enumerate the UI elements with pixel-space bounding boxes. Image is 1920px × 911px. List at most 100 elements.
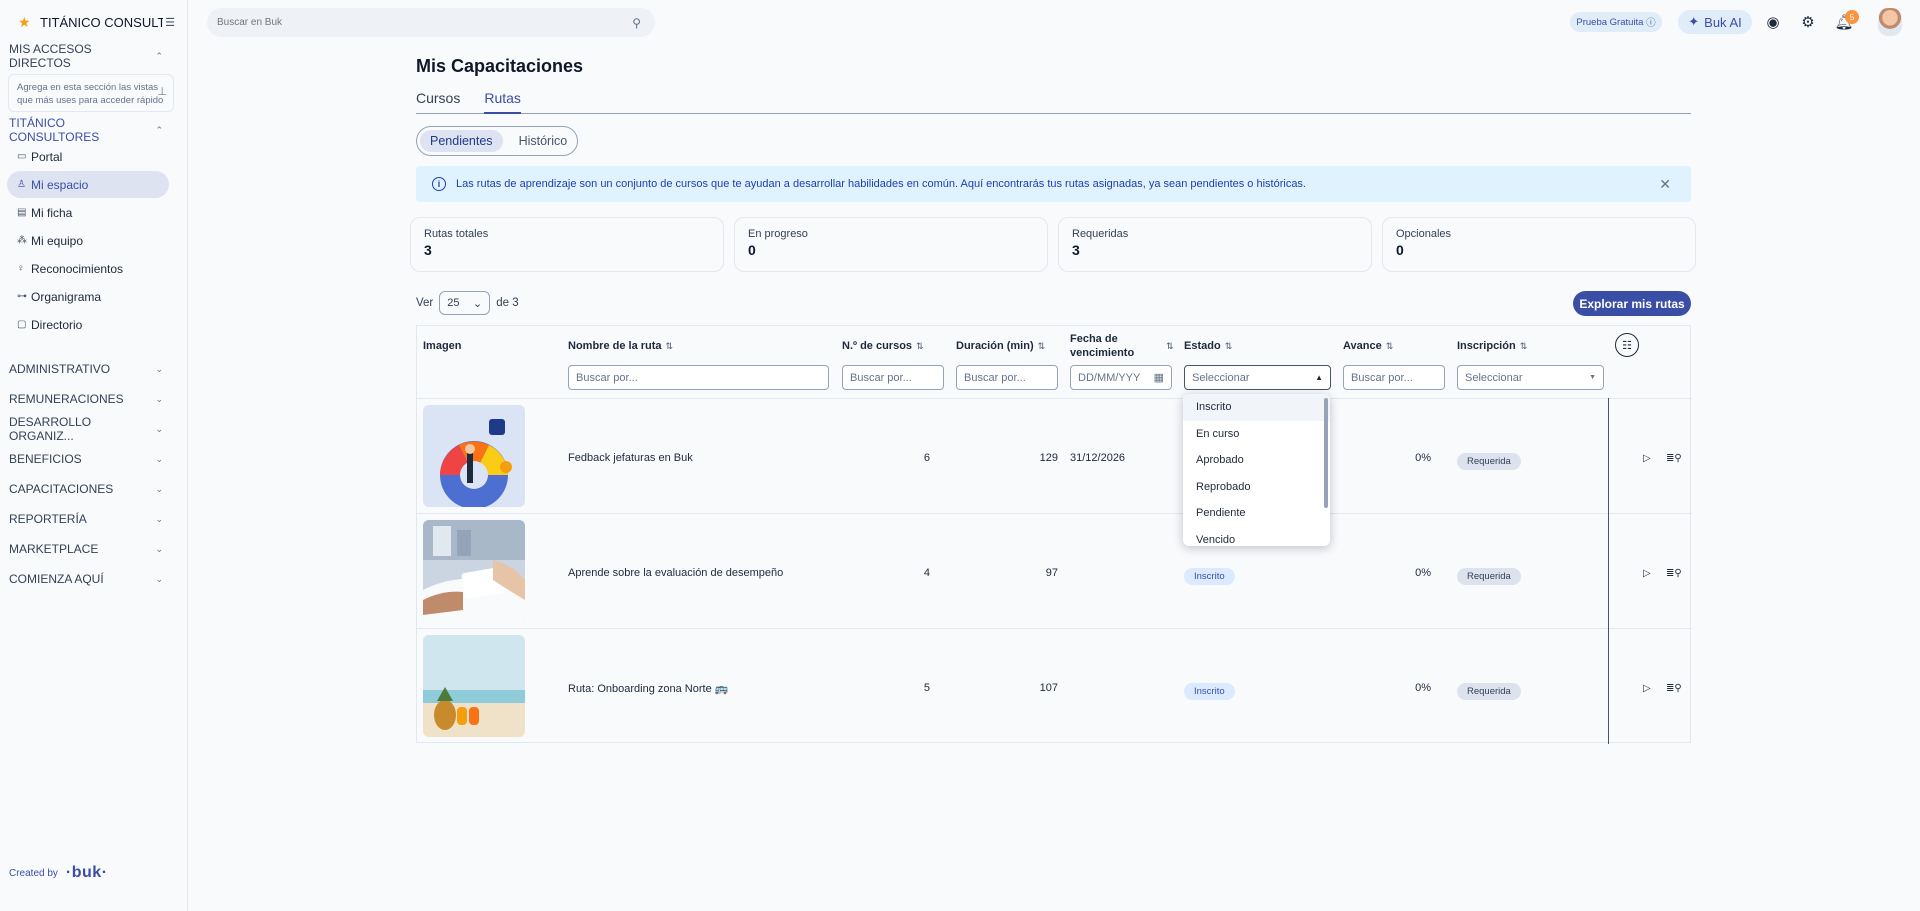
view-details-icon[interactable]: ≣⚲ <box>1666 683 1682 694</box>
info-icon: ⓘ <box>1646 18 1656 29</box>
sort-icon[interactable]: ⇅ <box>916 341 924 351</box>
view-details-icon[interactable]: ≣⚲ <box>1666 568 1682 579</box>
option-en-curso[interactable]: En curso <box>1183 421 1330 448</box>
header-name[interactable]: Nombre de la ruta ⇅ <box>568 340 673 352</box>
tab-cursos[interactable]: Cursos <box>416 90 460 114</box>
eye-icon[interactable]: ◉ <box>1763 12 1783 32</box>
filter-courses-input[interactable]: Buscar por... <box>842 365 944 390</box>
buk-logo[interactable]: ·buk· <box>66 864 108 882</box>
segment-historico[interactable]: Histórico <box>509 130 578 152</box>
sort-icon[interactable]: ⇅ <box>1520 341 1528 351</box>
company-name[interactable]: TITÁNICO CONSULT... <box>40 15 163 30</box>
header-duration[interactable]: Duración (min) ⇅ <box>956 340 1045 352</box>
sidebar: ★ TITÁNICO CONSULT... ☰ MIS ACCESOS DIRE… <box>0 0 188 911</box>
company-section[interactable]: TITÁNICO CONSULTORES ⌃ <box>0 116 187 144</box>
page-size-value: 25 <box>447 297 460 309</box>
sort-icon[interactable]: ⇅ <box>666 341 674 351</box>
chevron-up-icon: ⌃ <box>155 50 163 61</box>
close-icon[interactable]: ✕ <box>1659 176 1671 193</box>
chevron-down-icon: ⌄ <box>155 423 163 434</box>
calendar-icon[interactable]: ▦ <box>1154 371 1164 384</box>
option-aprobado[interactable]: Aprobado <box>1183 447 1330 474</box>
sidebar-item-mi-ficha[interactable]: ▤ Mi ficha <box>7 199 127 226</box>
sidebar-group-desarrollo[interactable]: DESARROLLO ORGANIZ... ⌄ <box>0 414 187 444</box>
search-icon[interactable]: ⚲ <box>632 16 641 30</box>
play-icon[interactable]: ▷ <box>1643 683 1651 694</box>
shortcuts-section[interactable]: MIS ACCESOS DIRECTOS ⌃ <box>0 42 187 70</box>
sidebar-item-organigrama[interactable]: ⊶ Organigrama <box>7 283 127 310</box>
option-inscrito[interactable]: Inscrito <box>1183 394 1330 421</box>
search-input[interactable] <box>217 17 633 28</box>
progress-value: 0% <box>1415 452 1431 464</box>
filter-name-input[interactable]: Buscar por... <box>568 365 829 390</box>
header-state[interactable]: Estado ⇅ <box>1184 340 1232 352</box>
route-thumbnail[interactable] <box>423 405 525 507</box>
dropdown-scrollbar[interactable] <box>1324 398 1328 508</box>
gear-icon[interactable]: ⚙ <box>1798 12 1818 32</box>
route-thumbnail[interactable] <box>423 520 525 622</box>
filter-placeholder: DD/MM/YYY <box>1078 371 1141 384</box>
play-icon[interactable]: ▷ <box>1643 568 1651 579</box>
header-courses[interactable]: N.º de cursos ⇅ <box>842 340 924 352</box>
sort-icon[interactable]: ⇅ <box>1038 341 1046 351</box>
columns-settings-icon[interactable]: ☷ <box>1615 333 1639 357</box>
sidebar-group-beneficios[interactable]: BENEFICIOS ⌄ <box>0 444 187 474</box>
stat-label: En progreso <box>748 228 808 240</box>
sidebar-item-reconocimientos[interactable]: ♀ Reconocimientos <box>7 255 127 282</box>
sidebar-group-capacitaciones[interactable]: CAPACITACIONES ⌄ <box>0 474 187 504</box>
sidebar-item-mi-equipo[interactable]: ⁂ Mi equipo <box>7 227 127 254</box>
route-name[interactable]: Ruta: Onboarding zona Norte 🚌 <box>568 682 728 695</box>
option-vencido[interactable]: Vencido <box>1183 527 1330 547</box>
stat-value: 0 <box>1396 242 1404 258</box>
filter-state-select[interactable]: Seleccionar ▲ <box>1184 365 1331 390</box>
sidebar-header: ★ TITÁNICO CONSULT... ☰ <box>0 0 187 44</box>
chevron-down-icon: ⌄ <box>155 453 163 464</box>
avatar[interactable] <box>1878 8 1902 36</box>
option-reprobado[interactable]: Reprobado <box>1183 474 1330 501</box>
explore-routes-button[interactable]: Explorar mis rutas <box>1573 291 1691 316</box>
play-icon[interactable]: ▷ <box>1643 453 1651 464</box>
header-label: Estado <box>1184 340 1221 352</box>
pin-icon[interactable]: ⊥ <box>157 86 167 99</box>
stat-card-progress: En progreso 0 <box>734 217 1048 272</box>
info-text: Las rutas de aprendizaje son un conjunto… <box>456 178 1306 190</box>
filter-duration-input[interactable]: Buscar por... <box>956 365 1058 390</box>
view-details-icon[interactable]: ≣⚲ <box>1666 453 1682 464</box>
header-label: Avance <box>1343 340 1382 352</box>
sidebar-item-mi-espacio[interactable]: ♙ Mi espacio <box>7 171 169 198</box>
pager-suffix: de 3 <box>496 297 519 309</box>
segment-pendientes[interactable]: Pendientes <box>420 130 503 152</box>
filter-enrollment-select[interactable]: Seleccionar ▼ <box>1457 365 1604 390</box>
trial-badge[interactable]: Prueba Gratuita ⓘ <box>1570 12 1662 32</box>
footer: Created by ·buk· <box>9 864 108 882</box>
star-icon[interactable]: ★ <box>18 14 40 31</box>
sidebar-group-remuneraciones[interactable]: REMUNERACIONES ⌄ <box>0 384 187 414</box>
page-size-select[interactable]: 25 ⌄ <box>439 291 491 315</box>
route-name[interactable]: Fedback jefaturas en Buk <box>568 452 693 464</box>
sidebar-group-administrativo[interactable]: ADMINISTRATIVO ⌄ <box>0 354 187 384</box>
route-thumbnail[interactable] <box>423 635 525 737</box>
collapse-sidebar-icon[interactable]: ☰ <box>163 16 177 29</box>
sidebar-group-comienza-aqui[interactable]: COMIENZA AQUÍ ⌄ <box>0 564 187 594</box>
header-due[interactable]: Fecha de vencimiento <box>1070 332 1134 360</box>
stat-label: Requeridas <box>1072 228 1129 240</box>
buk-ai-button[interactable]: ✦ Buk AI <box>1678 10 1752 34</box>
duration-value: 107 <box>1039 682 1058 694</box>
header-progress[interactable]: Avance ⇅ <box>1343 340 1393 352</box>
sort-icon[interactable]: ⇅ <box>1225 341 1233 351</box>
sidebar-item-portal[interactable]: ▭ Portal <box>7 143 127 170</box>
sort-icon[interactable]: ⇅ <box>1386 341 1394 351</box>
sidebar-group-reporteria[interactable]: REPORTERÍA ⌄ <box>0 504 187 534</box>
tab-rutas[interactable]: Rutas <box>484 90 521 114</box>
route-name[interactable]: Aprende sobre la evaluación de desempeño <box>568 567 783 579</box>
chevron-down-icon: ⌄ <box>155 573 163 584</box>
sidebar-group-marketplace[interactable]: MARKETPLACE ⌄ <box>0 534 187 564</box>
option-pendiente[interactable]: Pendiente <box>1183 500 1330 527</box>
filter-due-date-input[interactable]: DD/MM/YYY ▦ <box>1070 365 1172 390</box>
sidebar-item-directorio[interactable]: ▢ Directorio <box>7 311 127 338</box>
footer-created-by: Created by <box>9 867 58 879</box>
header-enrollment[interactable]: Inscripción ⇅ <box>1457 340 1527 352</box>
global-search[interactable]: ⚲ <box>207 8 655 37</box>
filter-progress-input[interactable]: Buscar por... <box>1343 365 1445 390</box>
sort-icon[interactable]: ⇅ <box>1162 340 1174 352</box>
